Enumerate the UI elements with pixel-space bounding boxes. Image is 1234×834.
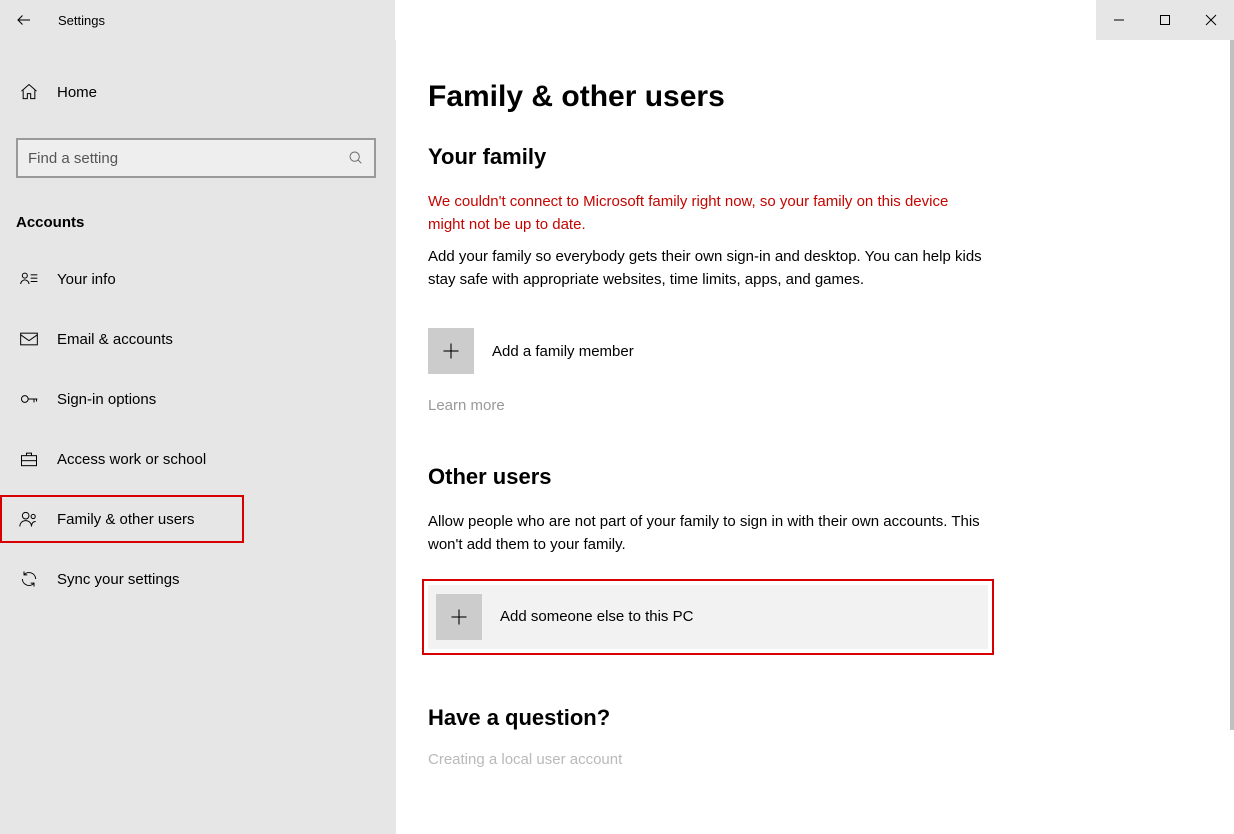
sidebar-item-label: Sync your settings xyxy=(57,571,180,588)
category-heading: Accounts xyxy=(0,214,396,231)
sidebar-item-label: Your info xyxy=(57,271,116,288)
close-button[interactable] xyxy=(1188,4,1234,36)
home-nav[interactable]: Home xyxy=(0,70,396,114)
back-button[interactable] xyxy=(0,0,48,40)
family-error-text: We couldn't connect to Microsoft family … xyxy=(428,190,988,237)
sidebar-item-access-work[interactable]: Access work or school xyxy=(0,435,396,483)
plus-icon xyxy=(436,594,482,640)
email-icon xyxy=(19,329,39,349)
minimize-button[interactable] xyxy=(1096,4,1142,36)
arrow-left-icon xyxy=(15,11,33,29)
sidebar-item-label: Sign-in options xyxy=(57,391,156,408)
minimize-icon xyxy=(1113,14,1125,26)
maximize-button[interactable] xyxy=(1142,4,1188,36)
sync-icon xyxy=(19,569,39,589)
sidebar-item-your-info[interactable]: Your info xyxy=(0,255,396,303)
add-family-member-button[interactable]: Add a family member xyxy=(428,319,988,383)
add-family-label: Add a family member xyxy=(492,343,634,360)
search-input[interactable] xyxy=(28,150,328,167)
other-users-description: Allow people who are not part of your fa… xyxy=(428,510,988,557)
add-someone-else-button[interactable]: Add someone else to this PC xyxy=(428,585,988,649)
sidebar-item-signin[interactable]: Sign-in options xyxy=(0,375,396,423)
sidebar-item-email[interactable]: Email & accounts xyxy=(0,315,396,363)
home-label: Home xyxy=(57,84,97,101)
briefcase-icon xyxy=(19,449,39,469)
family-description: Add your family so everybody gets their … xyxy=(428,245,988,292)
key-icon xyxy=(19,389,39,409)
sidebar-item-label: Family & other users xyxy=(57,511,195,528)
add-someone-label: Add someone else to this PC xyxy=(500,608,693,625)
sidebar-item-family[interactable]: Family & other users xyxy=(0,495,244,543)
help-link[interactable]: Creating a local user account xyxy=(428,751,1234,768)
home-icon xyxy=(19,82,39,102)
page-title: Family & other users xyxy=(428,80,1234,114)
window-title: Settings xyxy=(58,13,105,28)
learn-more-link[interactable]: Learn more xyxy=(428,397,1234,414)
sidebar-item-label: Access work or school xyxy=(57,451,206,468)
sidebar: Home Accounts Your info Email & accounts xyxy=(0,40,396,834)
person-card-icon xyxy=(19,269,39,289)
scrollbar-thumb[interactable] xyxy=(1230,40,1234,730)
scrollbar[interactable] xyxy=(1230,40,1234,834)
sidebar-item-sync[interactable]: Sync your settings xyxy=(0,555,396,603)
help-heading: Have a question? xyxy=(428,705,1234,731)
family-heading: Your family xyxy=(428,144,1234,170)
maximize-icon xyxy=(1159,14,1171,26)
close-icon xyxy=(1205,14,1217,26)
plus-icon xyxy=(428,328,474,374)
other-users-heading: Other users xyxy=(428,464,1234,490)
people-icon xyxy=(19,509,39,529)
main-content: Family & other users Your family We coul… xyxy=(396,40,1234,834)
sidebar-item-label: Email & accounts xyxy=(57,331,173,348)
search-box[interactable] xyxy=(16,138,376,178)
search-icon xyxy=(348,150,364,166)
